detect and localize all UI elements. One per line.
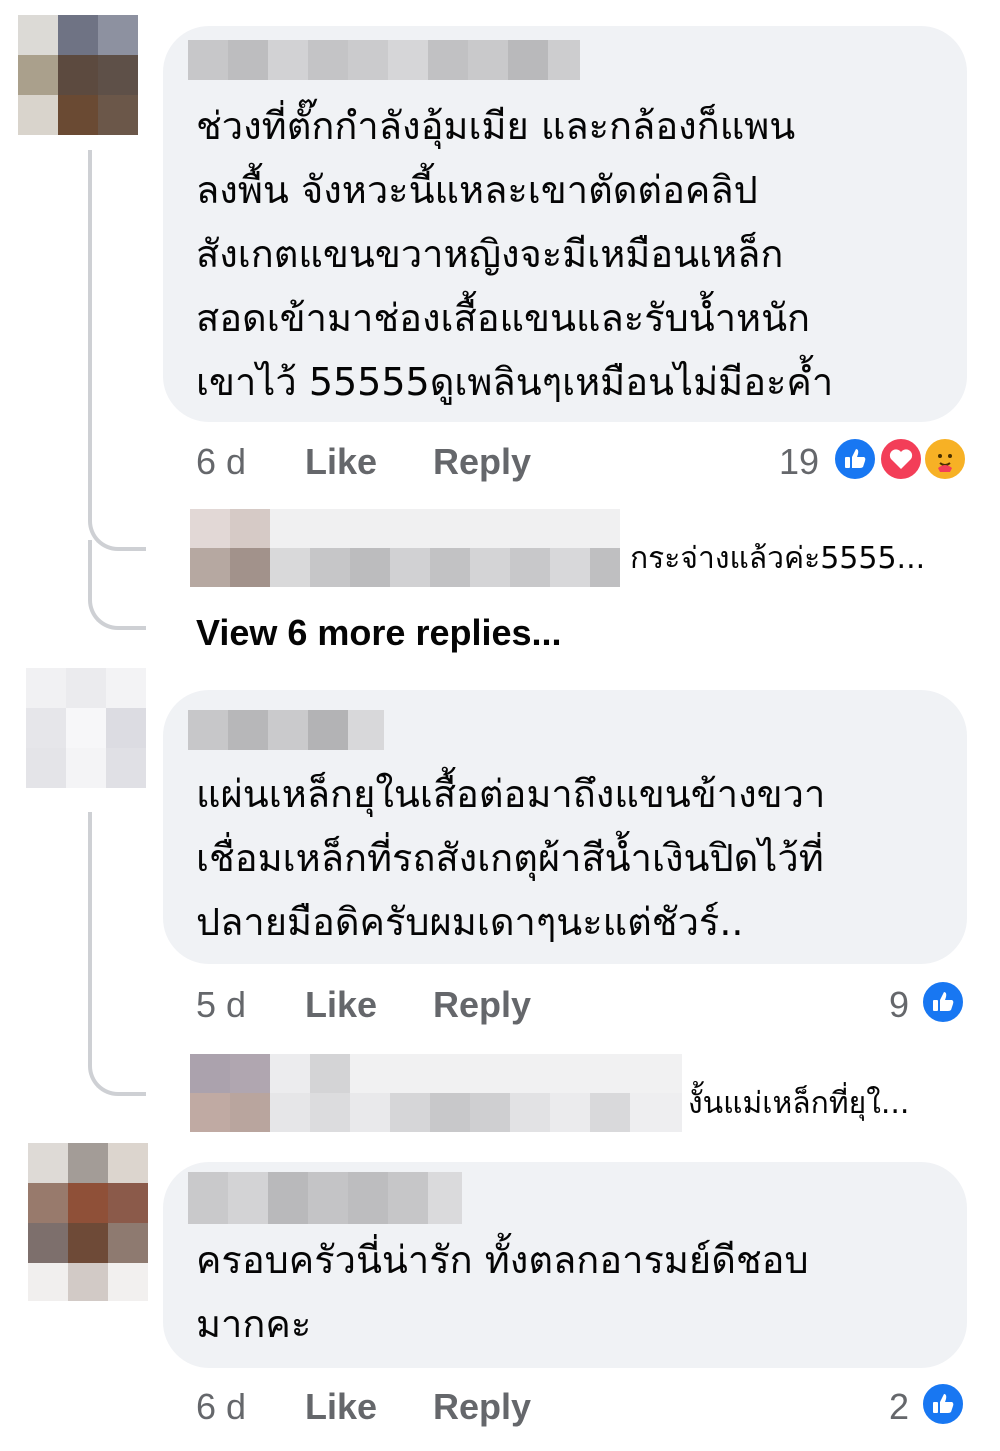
avatar[interactable] bbox=[18, 15, 138, 135]
author-name[interactable] bbox=[188, 1172, 462, 1224]
comment-text: แผ่นเหล็กยุในเสื้อต่อมาถึงแขนข้างขวา เชื… bbox=[196, 772, 826, 944]
reaction-count: 2 bbox=[889, 1386, 910, 1427]
avatar[interactable] bbox=[26, 668, 146, 788]
author-name[interactable] bbox=[188, 710, 384, 750]
comment-bubble: ครอบครัวนี่น่ารัก ทั้งตลกอารมย์ดีชอบ มาก… bbox=[163, 1162, 967, 1368]
comment-bubble: ช่วงที่ตั๊กกำลังอุ้มเมีย และกล้องก็แพน ล… bbox=[163, 26, 967, 422]
reaction-count: 9 bbox=[889, 984, 910, 1025]
author-name[interactable] bbox=[188, 40, 580, 80]
care-icon bbox=[922, 436, 968, 482]
like-icon bbox=[920, 1381, 966, 1427]
reply-preview-text: งั้นแม่เหล็กที่ยุใ... bbox=[688, 1086, 910, 1121]
reply-author-blur bbox=[190, 509, 620, 587]
like-button[interactable]: Like bbox=[305, 984, 377, 1026]
reply-button[interactable]: Reply bbox=[433, 984, 531, 1026]
comment-bubble: แผ่นเหล็กยุในเสื้อต่อมาถึงแขนข้างขวา เชื… bbox=[163, 690, 967, 964]
reply-button[interactable]: Reply bbox=[433, 1386, 531, 1428]
avatar[interactable] bbox=[28, 1143, 148, 1301]
thread-connector bbox=[88, 540, 146, 630]
like-button[interactable]: Like bbox=[305, 1386, 377, 1428]
comment-text: ครอบครัวนี่น่ารัก ทั้งตลกอารมย์ดีชอบ มาก… bbox=[196, 1238, 809, 1346]
comment-time[interactable]: 6 d bbox=[196, 441, 246, 483]
view-more-replies-link[interactable]: View 6 more replies... bbox=[196, 612, 562, 654]
like-icon bbox=[832, 436, 878, 482]
comment-time[interactable]: 5 d bbox=[196, 984, 246, 1026]
reply-button[interactable]: Reply bbox=[433, 441, 531, 483]
comment-text: ช่วงที่ตั๊กกำลังอุ้มเมีย และกล้องก็แพน ล… bbox=[196, 104, 834, 404]
reaction-count: 19 bbox=[779, 441, 820, 482]
reply-author-blur bbox=[190, 1054, 682, 1132]
reply-preview-text: กระจ่างแล้วค่ะ5555... bbox=[630, 541, 926, 576]
comment-time[interactable]: 6 d bbox=[196, 1386, 246, 1428]
thread-connector bbox=[88, 150, 146, 551]
love-icon bbox=[878, 436, 924, 482]
like-button[interactable]: Like bbox=[305, 441, 377, 483]
like-icon bbox=[920, 979, 966, 1025]
thread-connector bbox=[88, 812, 146, 1096]
